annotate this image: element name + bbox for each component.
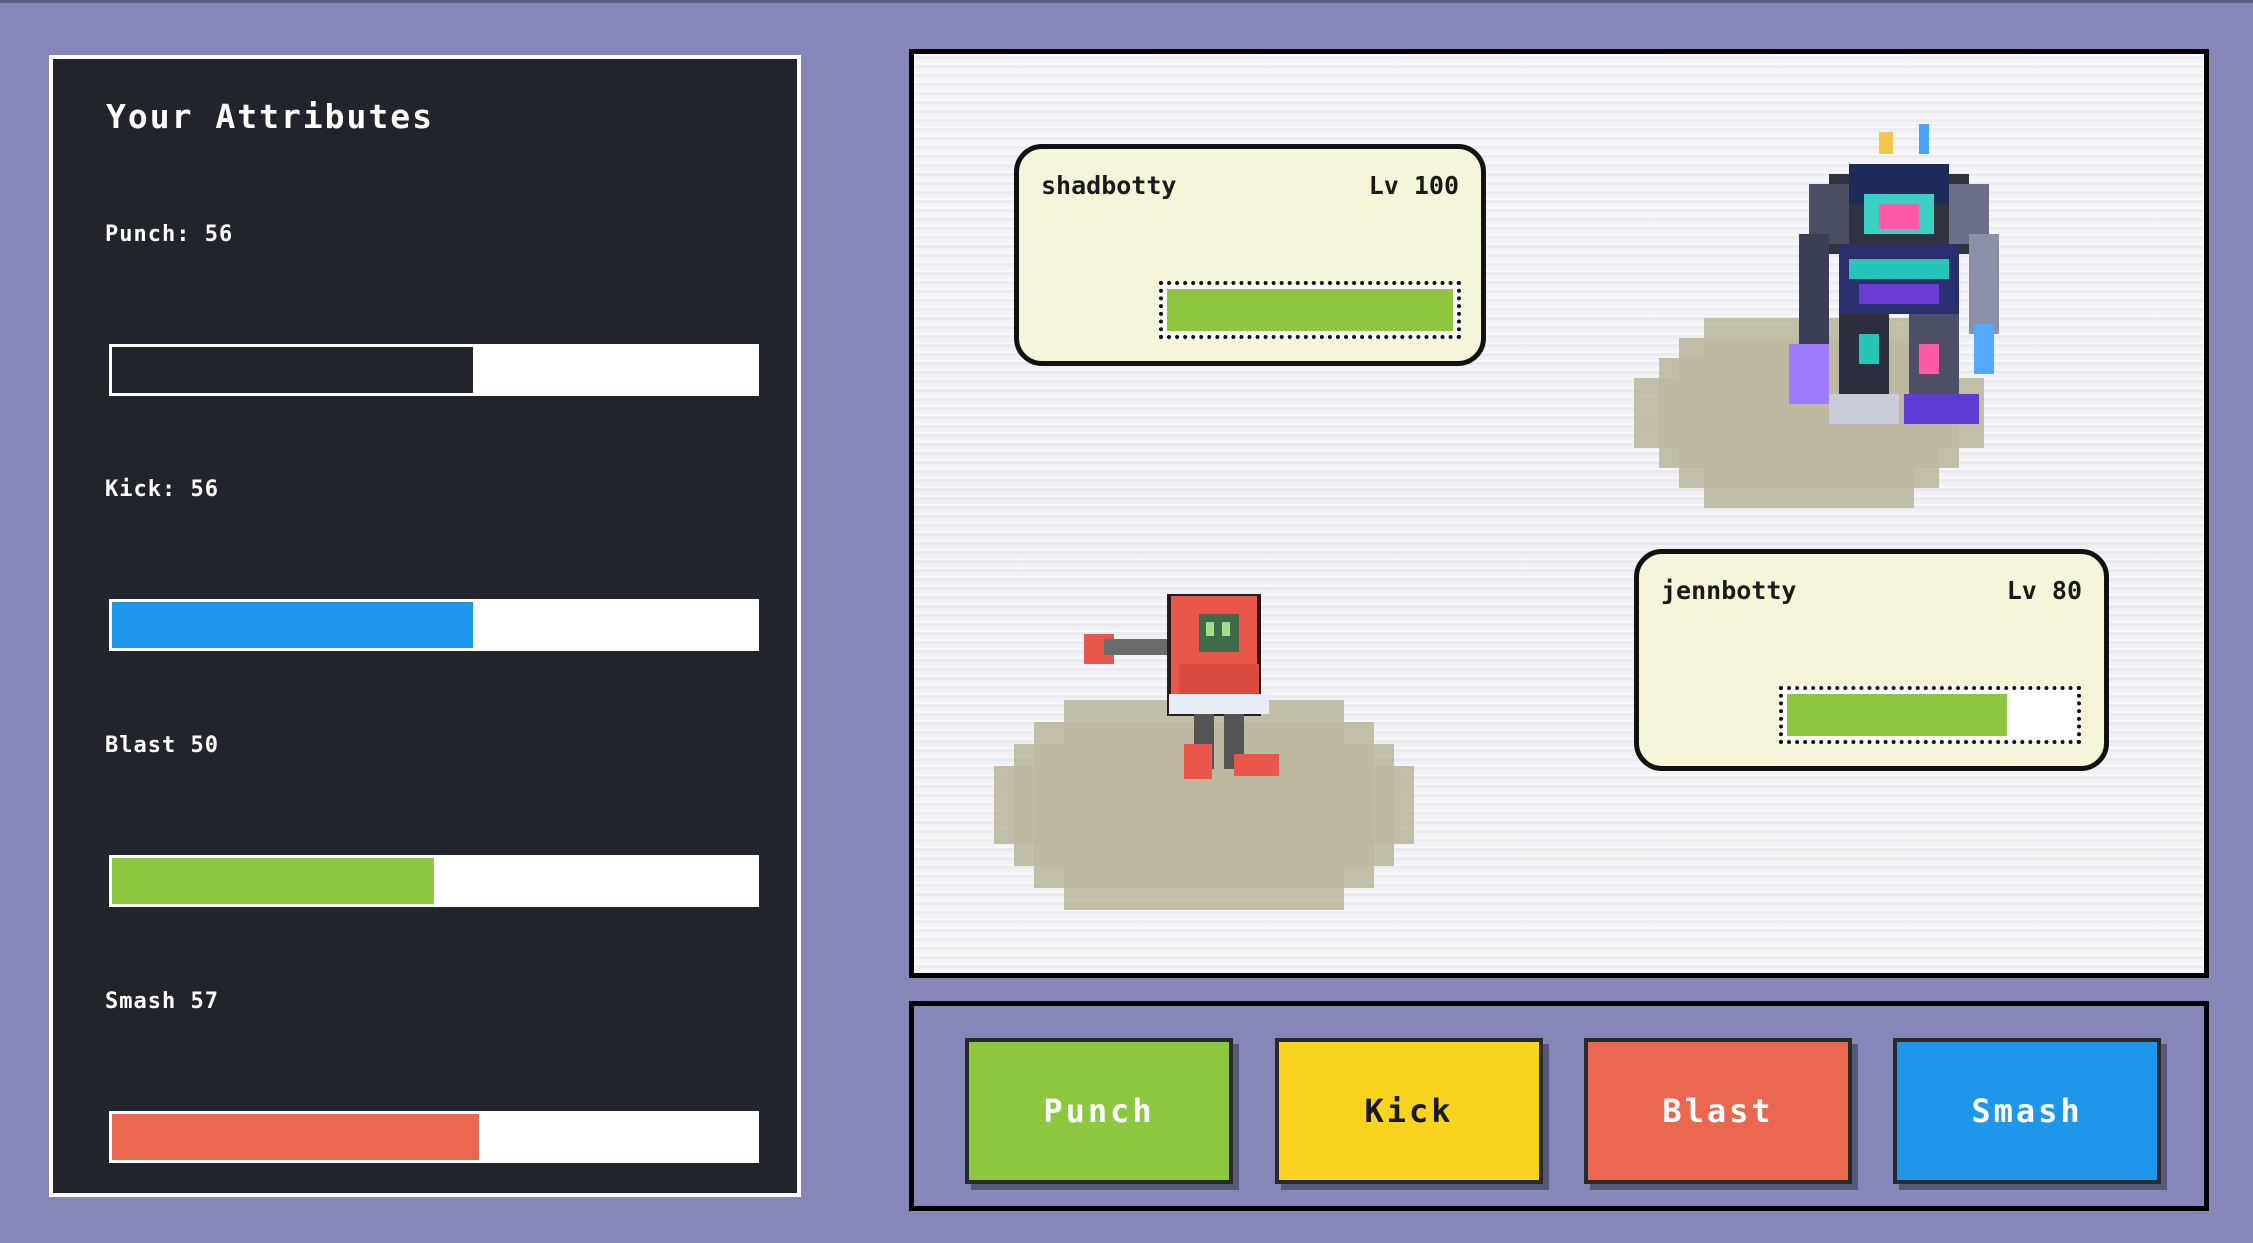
player-level: Lv 80	[2006, 576, 2082, 605]
player-robot-sprite	[1084, 594, 1294, 784]
blast-attribute-fill	[112, 858, 434, 904]
battle-scene: shadbotty Lv 100 jennbotty Lv 80	[909, 49, 2209, 978]
opponent-robot-sprite	[1769, 124, 2029, 444]
blast-button[interactable]: Blast	[1584, 1038, 1852, 1184]
blast-attribute-bar	[109, 855, 759, 907]
player-name: jennbotty	[1661, 576, 1797, 605]
smash-attribute-label: Smash 57	[105, 989, 219, 1014]
attributes-title: Your Attributes	[106, 97, 435, 136]
kick-attribute-bar	[109, 599, 759, 651]
smash-attribute-bar	[109, 1111, 759, 1163]
player-status-box: jennbotty Lv 80	[1634, 549, 2109, 771]
player-hp-fill	[1787, 694, 2008, 736]
kick-attribute-fill	[112, 602, 473, 648]
opponent-hp-bar	[1159, 281, 1461, 339]
smash-attribute-fill	[112, 1114, 480, 1160]
kick-attribute-label: Kick: 56	[105, 477, 219, 502]
opponent-level: Lv 100	[1368, 171, 1459, 200]
opponent-status-box: shadbotty Lv 100	[1014, 144, 1486, 366]
opponent-hp-fill	[1167, 289, 1453, 331]
punch-attribute-bar	[109, 344, 759, 396]
punch-attribute-fill	[112, 347, 473, 393]
attributes-panel: Your Attributes Punch: 56 Kick: 56 Blast…	[49, 55, 801, 1197]
kick-button[interactable]: Kick	[1275, 1038, 1543, 1184]
punch-attribute-label: Punch: 56	[105, 222, 234, 247]
opponent-name: shadbotty	[1041, 171, 1177, 200]
window-top-border	[0, 0, 2253, 3]
player-hp-bar	[1779, 686, 2081, 744]
blast-attribute-label: Blast 50	[105, 733, 219, 758]
action-panel: Punch Kick Blast Smash	[909, 1001, 2209, 1211]
smash-button[interactable]: Smash	[1893, 1038, 2161, 1184]
punch-button[interactable]: Punch	[965, 1038, 1233, 1184]
